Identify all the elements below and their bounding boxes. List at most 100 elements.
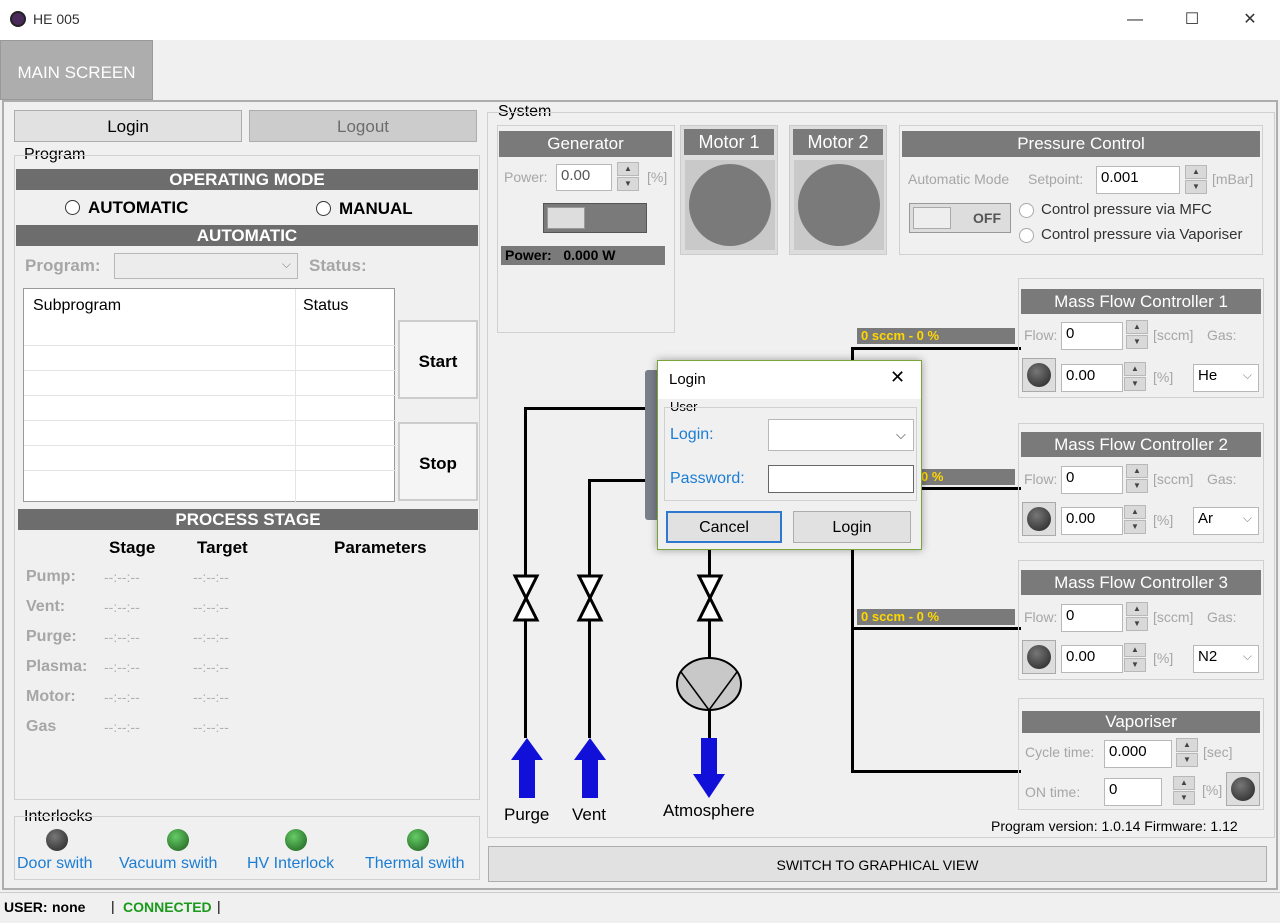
toggle-knob (547, 207, 585, 229)
vent-valve-icon[interactable] (576, 574, 604, 622)
table-row[interactable] (24, 395, 396, 396)
stepper-up-icon[interactable]: ▲ (1173, 776, 1195, 790)
generator-unit: [%] (647, 169, 668, 185)
stepper-down-icon[interactable]: ▼ (1124, 377, 1146, 391)
control-via-vaporiser-radio[interactable] (1019, 228, 1034, 243)
generator-power-stepper[interactable]: ▲ ▼ (617, 162, 639, 192)
generator-power-input[interactable]: 0.00 (556, 164, 612, 191)
vacuum-switch-led-icon (167, 829, 189, 851)
automatic-mode-label: Automatic Mode (908, 171, 1010, 187)
logout-button[interactable]: Logout (249, 110, 477, 142)
mfc-1-percent-input[interactable]: 0.00 (1061, 364, 1123, 392)
vent-arrow-icon (574, 738, 606, 798)
table-row[interactable] (24, 470, 396, 471)
stepper-up-icon[interactable]: ▲ (1126, 320, 1148, 334)
manual-label: MANUAL (339, 199, 413, 218)
stepper-up-icon[interactable]: ▲ (1185, 165, 1207, 179)
mfc-3-flow-input[interactable]: 0 (1061, 604, 1123, 632)
door-switch-label: Door swith (17, 855, 93, 872)
table-row[interactable] (24, 420, 396, 421)
stepper-down-icon[interactable]: ▼ (1185, 180, 1207, 194)
stepper-down-icon[interactable]: ▼ (617, 177, 639, 191)
toggle-knob (913, 207, 951, 229)
password-field[interactable] (768, 465, 914, 493)
dialog-login-button[interactable]: Login (793, 511, 911, 543)
parameters-column-header: Parameters (334, 538, 427, 557)
cycle-time-unit: [sec] (1203, 744, 1233, 760)
mfc-3-led-button[interactable] (1022, 640, 1056, 674)
mfc-2-percent-input[interactable]: 0.00 (1061, 507, 1123, 535)
mfc-1-flow-input[interactable]: 0 (1061, 322, 1123, 350)
mfc-2-led-button[interactable] (1022, 502, 1056, 536)
minimize-button[interactable]: — (1120, 8, 1150, 32)
stepper-down-icon[interactable]: ▼ (1173, 791, 1195, 805)
mfc-1-percent-stepper[interactable]: ▲ ▼ (1124, 362, 1146, 392)
pressure-toggle[interactable]: OFF (909, 203, 1011, 233)
chevron-down-icon: ⌵ (1242, 649, 1252, 663)
stepper-down-icon[interactable]: ▼ (1176, 753, 1198, 767)
table-row[interactable] (24, 445, 396, 446)
motor-1-button[interactable] (685, 160, 775, 250)
mfc-2-percent-stepper[interactable]: ▲ ▼ (1124, 505, 1146, 535)
setpoint-input[interactable]: 0.001 (1096, 166, 1180, 194)
cycle-time-stepper[interactable]: ▲ ▼ (1176, 738, 1198, 768)
stop-button[interactable]: Stop (398, 422, 478, 501)
on-time-stepper[interactable]: ▲ ▼ (1173, 776, 1195, 806)
mfc-2-gas-select[interactable]: Ar ⌵ (1193, 507, 1259, 535)
purge-pipe (524, 407, 646, 410)
on-time-input[interactable]: 0 (1104, 778, 1162, 806)
on-time-label: ON time: (1025, 784, 1081, 800)
generator-toggle[interactable] (543, 203, 647, 233)
purge-valve-icon[interactable] (512, 574, 540, 622)
stepper-up-icon[interactable]: ▲ (1124, 505, 1146, 519)
stepper-up-icon[interactable]: ▲ (1124, 362, 1146, 376)
stepper-down-icon[interactable]: ▼ (1126, 335, 1148, 349)
stepper-up-icon[interactable]: ▲ (617, 162, 639, 176)
dialog-cancel-button[interactable]: Cancel (666, 511, 782, 543)
stepper-down-icon[interactable]: ▼ (1124, 658, 1146, 672)
mfc-1-led-button[interactable] (1022, 358, 1056, 392)
automatic-radio[interactable] (65, 200, 80, 215)
mfc-2-flow-input[interactable]: 0 (1061, 466, 1123, 494)
close-button[interactable]: ✕ (1235, 8, 1265, 32)
program-select[interactable]: ⌵ (114, 253, 298, 279)
mfc-3-percent-stepper[interactable]: ▲ ▼ (1124, 643, 1146, 673)
stepper-up-icon[interactable]: ▲ (1126, 464, 1148, 478)
mfc-1-gas-select[interactable]: He ⌵ (1193, 364, 1259, 392)
gas-target-time: --:--:-- (193, 719, 229, 735)
login-field-select[interactable] (768, 419, 914, 451)
atmosphere-valve-icon[interactable] (696, 574, 724, 622)
tab-main-screen[interactable]: MAIN SCREEN (0, 40, 153, 100)
control-via-mfc-radio[interactable] (1019, 203, 1034, 218)
stepper-up-icon[interactable]: ▲ (1126, 602, 1148, 616)
vaporiser-led-button[interactable] (1226, 772, 1260, 806)
app-logo-icon (10, 11, 26, 27)
title-bar: HE 005 — ☐ ✕ (0, 0, 1280, 40)
cycle-time-input[interactable]: 0.000 (1104, 740, 1172, 768)
table-row[interactable] (24, 345, 396, 346)
stepper-down-icon[interactable]: ▼ (1124, 520, 1146, 534)
setpoint-stepper[interactable]: ▲ ▼ (1185, 165, 1207, 195)
start-button[interactable]: Start (398, 320, 478, 399)
purge-target-time: --:--:-- (193, 629, 229, 645)
stepper-down-icon[interactable]: ▼ (1126, 617, 1148, 631)
vacuum-switch-label: Vacuum swith (119, 855, 218, 872)
mfc-3-percent-input[interactable]: 0.00 (1061, 645, 1123, 673)
mfc-3-gas-select[interactable]: N2 ⌵ (1193, 645, 1259, 673)
mfc-1-flow-stepper[interactable]: ▲ ▼ (1126, 320, 1148, 350)
motor-2-button[interactable] (794, 160, 884, 250)
pump-icon[interactable] (675, 656, 743, 712)
switch-view-button[interactable]: SWITCH TO GRAPHICAL VIEW (488, 846, 1267, 882)
led-icon (1027, 363, 1051, 387)
stepper-up-icon[interactable]: ▲ (1176, 738, 1198, 752)
mfc-3-flow-stepper[interactable]: ▲ ▼ (1126, 602, 1148, 632)
stepper-up-icon[interactable]: ▲ (1124, 643, 1146, 657)
mfc-2-flow-stepper[interactable]: ▲ ▼ (1126, 464, 1148, 494)
stepper-down-icon[interactable]: ▼ (1126, 479, 1148, 493)
manual-radio[interactable] (316, 201, 331, 216)
table-row[interactable] (24, 370, 396, 371)
dialog-close-icon[interactable]: ✕ (890, 367, 905, 388)
maximize-button[interactable]: ☐ (1177, 8, 1207, 32)
login-button[interactable]: Login (14, 110, 242, 142)
automatic-label: AUTOMATIC (88, 198, 189, 217)
